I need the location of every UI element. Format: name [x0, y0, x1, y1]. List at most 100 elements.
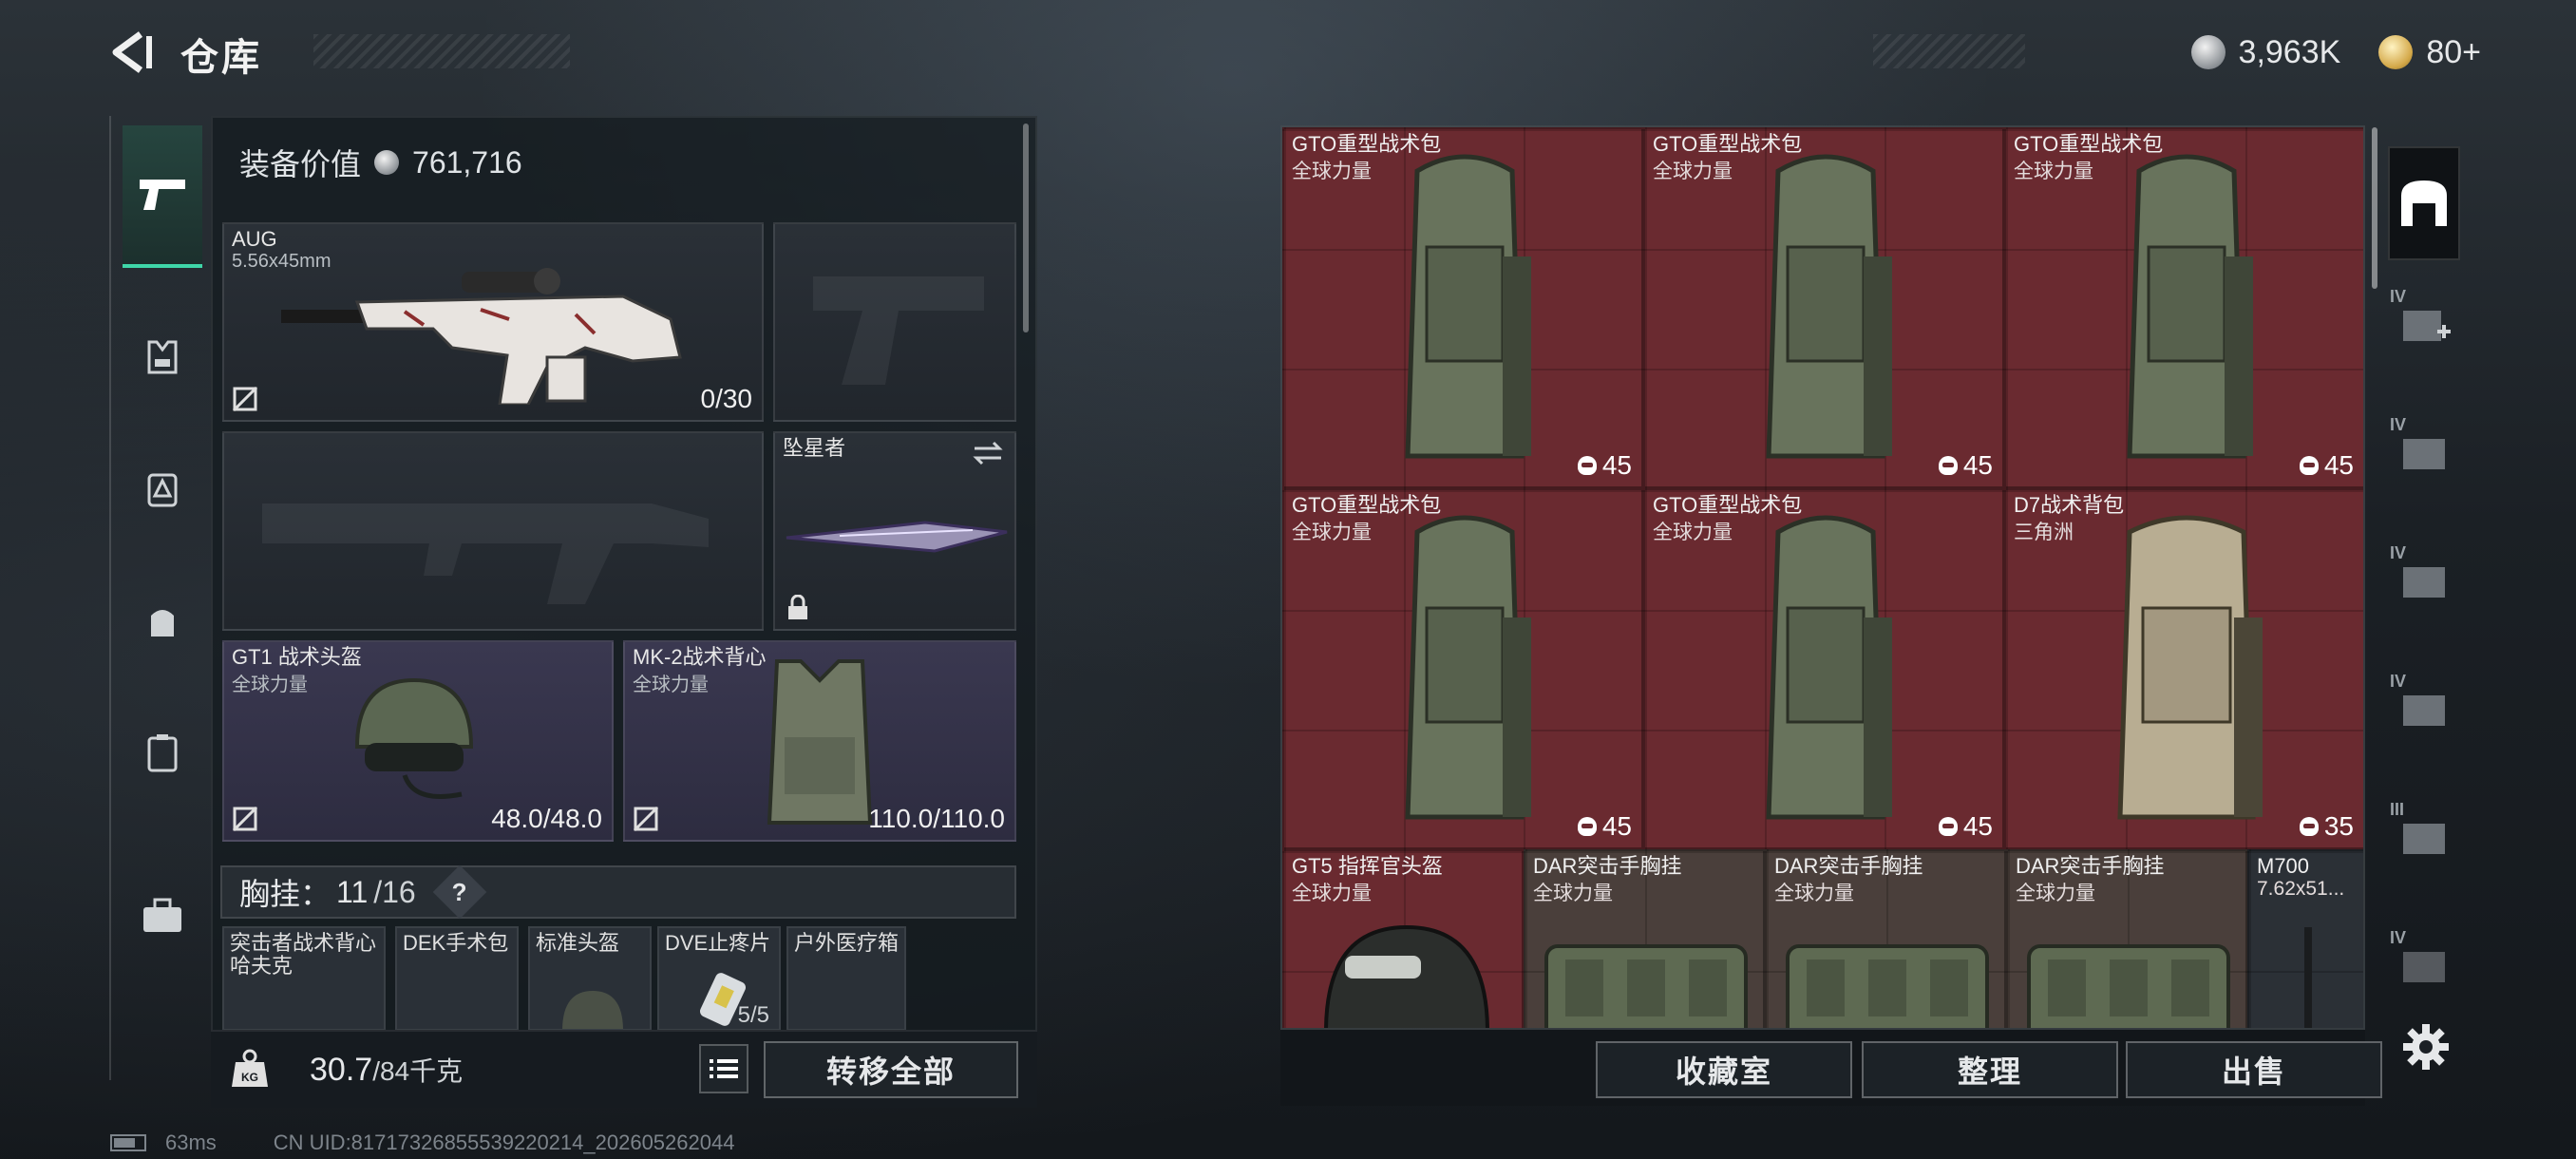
warehouse-item[interactable]: D7战术背包 三角洲 35 — [2004, 488, 2363, 849]
tab-storage-4[interactable]: IV — [2388, 672, 2460, 748]
chest-item-name: 突击者战术背心 — [230, 931, 377, 955]
chest-rig-header: 胸挂： 11 /16 ? — [220, 864, 1016, 920]
swap-icon[interactable] — [971, 439, 1005, 467]
chest-item[interactable]: 户外医疗箱 — [786, 926, 906, 1031]
primary-weapon-slot[interactable]: AUG 5.56x45mm 0/30 — [222, 222, 764, 422]
item-name: GTO重型战术包 — [2014, 132, 2164, 156]
chest-item[interactable]: 标准头盔 — [528, 926, 652, 1031]
warehouse-item[interactable]: GTO重型战术包 全球力量 45 — [2004, 127, 2363, 488]
helmet-slot[interactable]: GT1 战术头盔 全球力量 48.0/48.0 — [222, 640, 614, 842]
tab-equipment[interactable] — [123, 125, 202, 268]
transfer-all-button[interactable]: 转移全部 — [764, 1041, 1018, 1098]
tier-label: III — [2390, 800, 2405, 819]
chest-item-name: DVE止疼片 — [665, 931, 771, 955]
tab-pouch[interactable] — [123, 581, 202, 661]
secondary-weapon-slot[interactable] — [222, 431, 764, 631]
chest-item[interactable]: DVE止疼片 5/5 — [657, 926, 781, 1031]
pistol-slot[interactable] — [773, 222, 1016, 422]
armor-maker: 全球力量 — [633, 674, 709, 695]
chest-item[interactable]: 突击者战术背心 哈夫克 — [222, 926, 386, 1031]
sell-button[interactable]: 出售 — [2126, 1041, 2382, 1098]
item-name: GTO重型战术包 — [1653, 132, 1803, 156]
chest-rig-label: 胸挂： — [239, 877, 331, 911]
helmet-icon — [1324, 924, 1489, 1028]
chest-rig-capacity: /16 — [373, 874, 416, 909]
user-uid: CN UID:81717326855539220214_202605262044 — [273, 1130, 735, 1154]
backpack-icon — [2117, 515, 2263, 820]
chest-item[interactable]: DEK手术包 — [395, 926, 519, 1031]
back-button[interactable] — [104, 27, 156, 78]
backpack-warning-icon — [147, 473, 178, 507]
warehouse-item[interactable]: GTO重型战术包 全球力量 45 — [1282, 127, 1643, 488]
item-caliber: 7.62x51... — [2257, 878, 2345, 900]
warehouse-item[interactable]: DAR突击手胸挂 全球力量 — [1765, 849, 2006, 1028]
warehouse-item[interactable]: M700 7.62x51... — [2247, 849, 2363, 1028]
lock-icon — [788, 595, 807, 619]
toolbox-icon — [143, 898, 181, 932]
tab-toolbox[interactable] — [123, 876, 202, 956]
capacity-icon — [2299, 456, 2319, 475]
sort-button[interactable]: 整理 — [1862, 1041, 2118, 1098]
tab-storage-add[interactable]: IV — [2388, 287, 2460, 363]
item-name: DAR突击手胸挂 — [1533, 854, 1682, 878]
ammo-icon — [2304, 927, 2312, 1028]
category-sidebar — [109, 116, 208, 1080]
equipment-value-amount: 761,716 — [412, 144, 522, 180]
item-maker: 全球力量 — [2016, 883, 2095, 904]
armor-slot[interactable]: MK-2战术背心 全球力量 110.0/110.0 — [623, 640, 1016, 842]
tier-label: IV — [2390, 672, 2407, 691]
tab-armor[interactable] — [123, 317, 202, 397]
tab-storage-5[interactable]: III — [2388, 800, 2460, 876]
tab-container[interactable] — [123, 712, 202, 792]
item-maker: 全球力量 — [1292, 883, 1372, 904]
helmet-icon — [354, 677, 474, 799]
tab-storage-6[interactable]: IV — [2388, 928, 2460, 1004]
back-arrow-icon — [112, 31, 152, 73]
warehouse-item[interactable]: DAR突击手胸挂 全球力量 — [2006, 849, 2247, 1028]
equipment-value-label: 装备价值 — [239, 147, 362, 181]
tier-label: IV — [2390, 543, 2407, 562]
item-name: GT5 指挥官头盔 — [1292, 854, 1443, 878]
pistol-icon — [140, 180, 185, 210]
chest-item-count: 5/5 — [737, 1002, 769, 1028]
equipment-scrollbar[interactable] — [1023, 124, 1029, 332]
gold-coin-icon — [2378, 35, 2414, 69]
melee-slot[interactable]: 坠星者 — [773, 431, 1016, 631]
backpack-icon — [2127, 154, 2253, 459]
backpack-icon — [1405, 515, 1531, 820]
warehouse-icon — [2401, 180, 2447, 226]
page-title: 仓库 — [180, 37, 262, 79]
weight-current: 30.7 — [310, 1052, 373, 1088]
case-icon — [147, 734, 178, 772]
helmet-durability: 48.0/48.0 — [491, 804, 602, 833]
currency-bar: 3,963K 80+ — [2190, 28, 2481, 76]
tab-backpack[interactable] — [123, 448, 202, 528]
item-maker: 三角洲 — [2014, 522, 2074, 543]
chest-rig-icon — [2027, 944, 2230, 1028]
warehouse-item[interactable]: DAR突击手胸挂 全球力量 — [1524, 849, 1765, 1028]
warehouse-item[interactable]: GT5 指挥官头盔 全球力量 — [1282, 849, 1524, 1028]
collection-room-button[interactable]: 收藏室 — [1596, 1041, 1852, 1098]
settings-gear-icon[interactable] — [2401, 1022, 2451, 1072]
vest-icon — [767, 659, 873, 825]
help-button[interactable]: ? — [432, 864, 487, 920]
capacity-icon — [1938, 817, 1958, 836]
item-capacity: 45 — [1577, 450, 1632, 481]
backpack-icon — [1405, 154, 1531, 459]
warehouse-scrollbar[interactable] — [2372, 127, 2377, 289]
item-name: GTO重型战术包 — [1653, 493, 1803, 517]
item-name: DAR突击手胸挂 — [2016, 854, 2165, 878]
tab-storage-3[interactable]: IV — [2388, 543, 2460, 619]
chest-item-name: 标准头盔 — [536, 931, 620, 955]
item-maker: 全球力量 — [1774, 883, 1854, 904]
list-view-button[interactable] — [699, 1044, 748, 1093]
warehouse-item[interactable]: GTO重型战术包 全球力量 45 — [1643, 488, 2004, 849]
tier-label: IV — [2390, 415, 2407, 434]
tab-all-storage[interactable] — [2388, 146, 2460, 260]
gold-amount[interactable]: 80+ — [2426, 34, 2481, 71]
warehouse-item[interactable]: GTO重型战术包 全球力量 45 — [1643, 127, 2004, 488]
rifle-placeholder-icon — [262, 504, 709, 604]
list-icon — [710, 1059, 738, 1078]
warehouse-item[interactable]: GTO重型战术包 全球力量 45 — [1282, 488, 1643, 849]
tab-storage-2[interactable]: IV — [2388, 415, 2460, 491]
